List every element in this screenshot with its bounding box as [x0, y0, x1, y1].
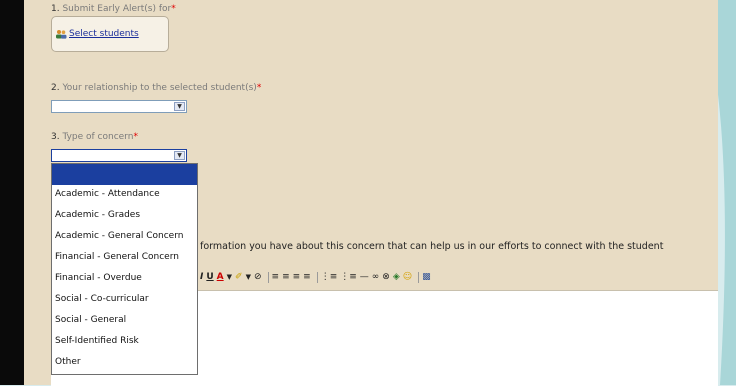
unlink-icon[interactable]: ⊗ [382, 272, 390, 282]
select-students-box[interactable]: Select students [51, 16, 169, 52]
concern-option-financial-general[interactable]: Financial - General Concern [55, 252, 179, 262]
required-asterisk: * [171, 4, 176, 14]
align-center-icon[interactable]: ≡ [282, 272, 290, 282]
highlight-icon[interactable]: ✐ [235, 272, 243, 282]
question-5-description: formation you have about this concern th… [200, 241, 664, 252]
question-2: 2. Your relationship to the selected stu… [51, 83, 262, 93]
question-2-label: Your relationship to the selected studen… [62, 83, 257, 93]
concern-option-financial-overdue[interactable]: Financial - Overdue [55, 273, 142, 283]
emoticon-icon[interactable]: ☺ [403, 272, 412, 282]
dropdown-arrow-icon[interactable]: ▼ [227, 273, 232, 281]
font-color-icon[interactable]: A [217, 272, 224, 282]
question-1-label: Submit Early Alert(s) for [62, 4, 172, 14]
bulleted-list-icon[interactable]: ⋮≡ [340, 272, 357, 282]
numbered-list-icon[interactable]: ⋮≡ [321, 272, 338, 282]
concern-option-academic-grades[interactable]: Academic - Grades [55, 210, 140, 220]
paste-icon[interactable]: ▩ [422, 272, 431, 282]
align-right-icon[interactable]: ≡ [293, 272, 301, 282]
align-left-icon[interactable]: ≡ [272, 272, 280, 282]
chevron-down-icon[interactable]: ▼ [174, 102, 185, 111]
underline-icon[interactable]: U [206, 272, 213, 282]
question-1: 1. Submit Early Alert(s) for* [51, 4, 176, 14]
required-asterisk: * [133, 132, 138, 142]
concern-option-academic-attendance[interactable]: Academic - Attendance [55, 189, 160, 199]
image-icon[interactable]: ◈ [393, 272, 400, 282]
concern-option-social-general[interactable]: Social - General [55, 315, 126, 325]
editor-toolbar: I U A ▼ ✐ ▼ ⊘ ≡ ≡ ≡ ≡ ⋮≡ ⋮≡ — ∞ ⊗ ◈ ☺ ▩ [200, 268, 434, 286]
relationship-select[interactable]: ▼ [51, 100, 187, 113]
concern-option-other[interactable]: Other [55, 357, 81, 367]
concern-option-social-cocurricular[interactable]: Social - Co-curricular [55, 294, 149, 304]
required-asterisk: * [256, 83, 262, 93]
concern-type-select[interactable]: ▼ [51, 149, 187, 162]
align-justify-icon[interactable]: ≡ [303, 272, 311, 282]
concern-type-options-list[interactable]: Academic - Attendance Academic - Grades … [51, 163, 198, 375]
italic-icon[interactable]: I [200, 272, 203, 282]
toolbar-divider [267, 271, 269, 283]
horizontal-rule-icon[interactable]: — [360, 272, 369, 282]
question-3: 3. Type of concern* [51, 132, 138, 142]
eraser-icon[interactable]: ⊘ [254, 272, 262, 282]
toolbar-divider [418, 271, 420, 283]
users-icon [56, 30, 67, 39]
concern-option-self-identified-risk[interactable]: Self-Identified Risk [55, 336, 139, 346]
link-icon[interactable]: ∞ [372, 272, 380, 282]
select-students-link[interactable]: Select students [69, 29, 139, 39]
concern-option-academic-general[interactable]: Academic - General Concern [55, 231, 183, 241]
toolbar-divider [316, 271, 318, 283]
left-edge-bar [0, 0, 24, 385]
chevron-down-icon[interactable]: ▼ [174, 151, 185, 160]
highlighted-option[interactable] [52, 164, 197, 185]
question-3-label: Type of concern [62, 132, 134, 142]
dropdown-arrow-icon[interactable]: ▼ [246, 273, 251, 281]
